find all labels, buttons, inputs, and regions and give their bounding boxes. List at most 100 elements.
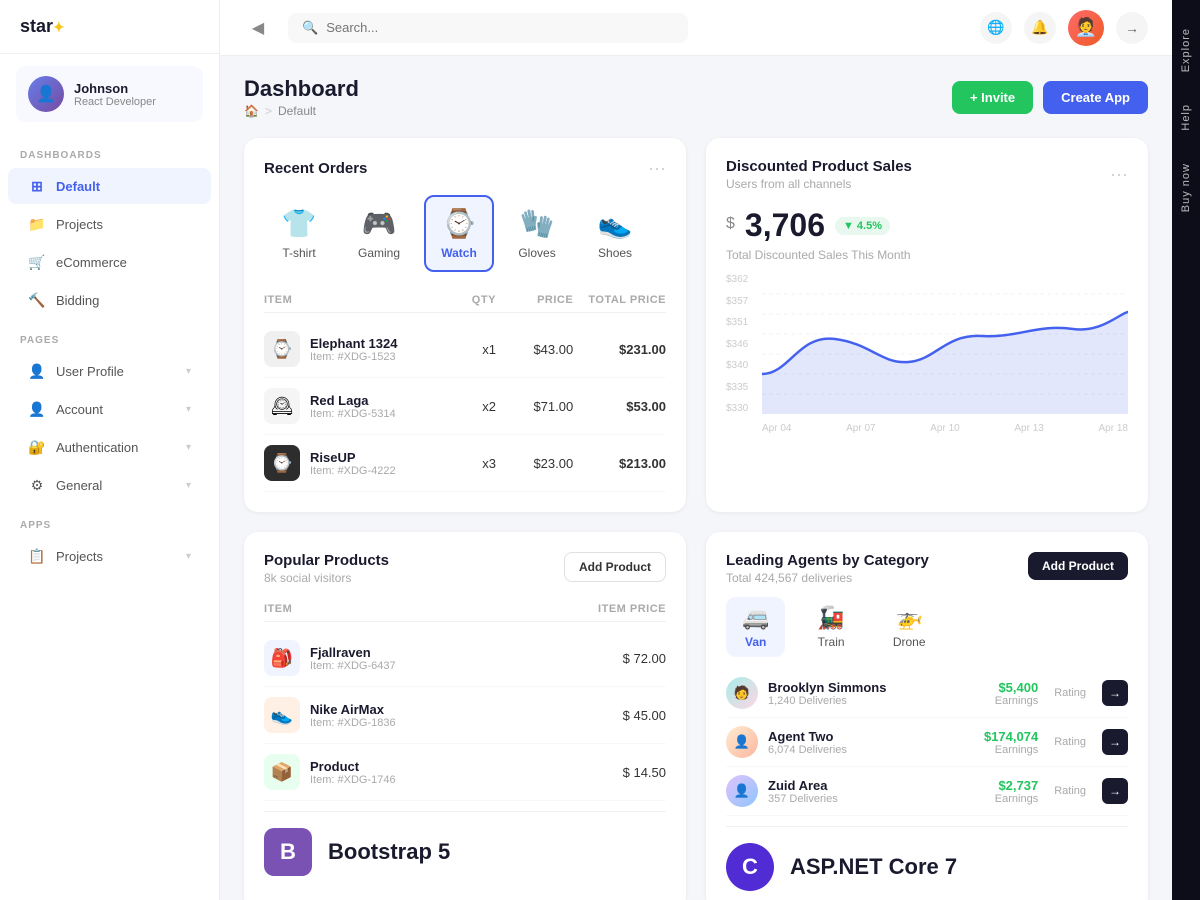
sidebar-item-label: Projects	[56, 217, 191, 232]
order-item: ⌚ Elephant 1324 Item: #XDG-1523	[264, 331, 419, 367]
leading-agents-card: Leading Agents by Category Total 424,567…	[706, 532, 1148, 900]
sidebar-item-default[interactable]: ⊞ Default	[8, 168, 211, 204]
general-icon: ⚙	[28, 476, 46, 494]
notification-icon[interactable]: 🔔	[1024, 12, 1056, 44]
product-price: $ 14.50	[532, 765, 666, 780]
sidebar-item-label: Authentication	[56, 440, 176, 455]
sidebar-item-ecommerce[interactable]: 🛒 eCommerce	[8, 244, 211, 280]
drone-icon: 🚁	[895, 605, 922, 631]
sales-value: $ 3,706 ▼ 4.5%	[726, 207, 1128, 244]
y-label: $340	[726, 360, 748, 371]
invite-button[interactable]: + Invite	[952, 81, 1033, 114]
agent-row: 🧑 Brooklyn Simmons 1,240 Deliveries $5,4…	[726, 669, 1128, 718]
user-profile-icon: 👤	[28, 362, 46, 380]
tab-label: Shoes	[598, 246, 632, 260]
add-product-button[interactable]: Add Product	[564, 552, 666, 582]
order-thumb: ⌚	[264, 331, 300, 367]
rating-label: Rating	[1054, 736, 1086, 748]
agent-deliveries: 357 Deliveries	[768, 793, 838, 805]
sidebar-item-apps-projects[interactable]: 📋 Projects ▾	[8, 538, 211, 574]
tab-tshirt[interactable]: 👕 T-shirt	[264, 195, 334, 272]
agent-row: 👤 Zuid Area 357 Deliveries $2,737 Earnin…	[726, 767, 1128, 816]
asp-icon: C	[726, 843, 774, 891]
order-thumb: ⌚	[264, 445, 300, 481]
y-label: $357	[726, 296, 748, 307]
product-thumb: 👟	[264, 697, 300, 733]
user-info: Johnson React Developer	[74, 81, 156, 108]
product-info: Product Item: #XDG-1746	[310, 759, 396, 786]
tab-gaming[interactable]: 🎮 Gaming	[342, 195, 416, 272]
order-qty: x2	[419, 399, 496, 414]
tab-van[interactable]: 🚐 Van	[726, 597, 785, 657]
product-name: Nike AirMax	[310, 702, 396, 717]
sidebar-item-authentication[interactable]: 🔐 Authentication ▾	[8, 429, 211, 465]
product-name: Product	[310, 759, 396, 774]
sidebar-item-projects[interactable]: 📁 Projects	[8, 206, 211, 242]
order-row: ⌚ RiseUP Item: #XDG-4222 x3 $23.00 $213.…	[264, 435, 666, 492]
breadcrumb: 🏠 > Default	[244, 104, 359, 118]
tab-label: Train	[818, 635, 845, 649]
order-price: $71.00	[496, 399, 573, 414]
card-menu-icon[interactable]: ···	[648, 158, 666, 179]
discounted-sales-card: Discounted Product Sales Users from all …	[706, 138, 1148, 512]
product-info: Fjallraven Item: #XDG-6437	[310, 645, 396, 672]
user-name: Johnson	[74, 81, 156, 96]
product-price: $ 72.00	[532, 651, 666, 666]
col-total: TOTAL PRICE	[573, 294, 666, 306]
bottom-row: Popular Products 8k social visitors Add …	[244, 532, 1148, 900]
tab-train[interactable]: 🚂 Train	[801, 597, 860, 657]
tab-gloves[interactable]: 🧤 Gloves	[502, 195, 572, 272]
buy-now-action[interactable]: Buy now	[1176, 147, 1196, 228]
sales-badge: ▼ 4.5%	[835, 217, 890, 235]
sidebar-item-label: General	[56, 478, 176, 493]
order-price: $23.00	[496, 456, 573, 471]
agent-arrow-button[interactable]: →	[1102, 680, 1128, 706]
tab-label: T-shirt	[282, 246, 315, 260]
product-item: 📦 Product Item: #XDG-1746	[264, 754, 532, 790]
bidding-icon: 🔨	[28, 291, 46, 309]
card-menu-icon[interactable]: ···	[1110, 164, 1128, 185]
x-label: Apr 18	[1099, 423, 1128, 434]
create-app-button[interactable]: Create App	[1043, 81, 1148, 114]
search-input[interactable]	[326, 20, 674, 35]
tab-shoes[interactable]: 👟 Shoes	[580, 195, 650, 272]
header-avatar[interactable]: 🧑‍💼	[1068, 10, 1104, 46]
sidebar-item-bidding[interactable]: 🔨 Bidding	[8, 282, 211, 318]
order-name: Elephant 1324	[310, 336, 397, 351]
product-row: 📦 Product Item: #XDG-1746 $ 14.50	[264, 744, 666, 801]
y-label: $330	[726, 403, 748, 414]
sidebar-item-general[interactable]: ⚙ General ▾	[8, 467, 211, 503]
products-table-header: ITEM ITEM PRICE	[264, 597, 666, 622]
agent-arrow-button[interactable]: →	[1102, 778, 1128, 804]
x-label: Apr 13	[1014, 423, 1043, 434]
product-thumb: 📦	[264, 754, 300, 790]
tab-drone[interactable]: 🚁 Drone	[877, 597, 942, 657]
card-title-group: Discounted Product Sales Users from all …	[726, 158, 912, 191]
shoes-icon: 👟	[598, 207, 633, 240]
globe-icon[interactable]: 🌐	[980, 12, 1012, 44]
tab-label: Drone	[893, 635, 926, 649]
section-dashboards: DASHBOARDS	[0, 134, 219, 167]
explore-action[interactable]: Explore	[1176, 12, 1196, 88]
help-action[interactable]: Help	[1176, 88, 1196, 147]
agent-info: Brooklyn Simmons 1,240 Deliveries	[768, 680, 886, 707]
orders-table-header: ITEM QTY PRICE TOTAL PRICE	[264, 288, 666, 313]
bootstrap-title: Bootstrap 5	[328, 839, 450, 865]
col-item: ITEM	[264, 603, 532, 615]
rating-label: Rating	[1054, 785, 1086, 797]
sales-description: Total Discounted Sales This Month	[726, 248, 1128, 262]
agent-arrow-button[interactable]: →	[1102, 729, 1128, 755]
sidebar-item-user-profile[interactable]: 👤 User Profile ▾	[8, 353, 211, 389]
dashboard-icon: ⊞	[28, 177, 46, 195]
agent-avatar: 👤	[726, 726, 758, 758]
y-label: $362	[726, 274, 748, 285]
arrow-right-icon[interactable]: →	[1116, 12, 1148, 44]
collapse-button[interactable]: ◀	[244, 14, 272, 42]
tab-label: Gloves	[518, 246, 555, 260]
order-total: $53.00	[573, 399, 666, 414]
sidebar-item-account[interactable]: 👤 Account ▾	[8, 391, 211, 427]
tab-watch[interactable]: ⌚ Watch	[424, 195, 494, 272]
agents-card-header: Leading Agents by Category Total 424,567…	[726, 552, 1128, 585]
user-profile-card[interactable]: 👤 Johnson React Developer	[16, 66, 203, 122]
add-product-button-2[interactable]: Add Product	[1028, 552, 1128, 580]
